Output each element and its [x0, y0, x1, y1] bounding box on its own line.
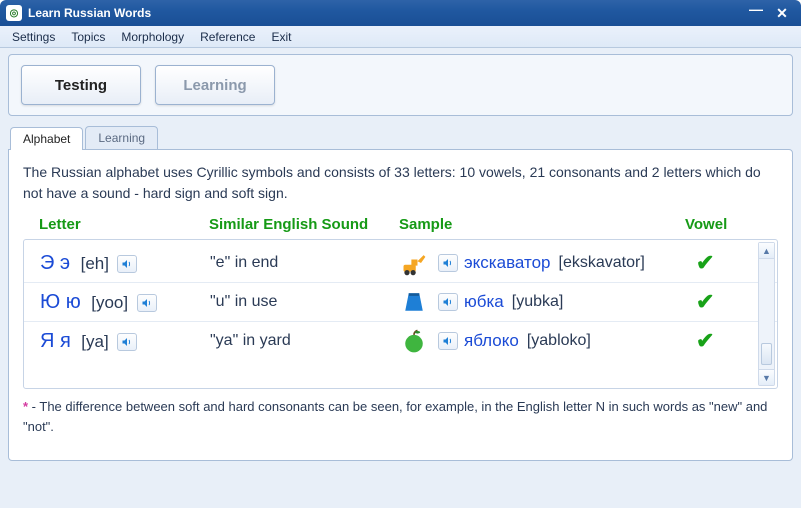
vowel-check-icon: ✔	[680, 289, 760, 315]
speaker-icon[interactable]	[117, 333, 137, 351]
english-sound: "e" in end	[210, 254, 400, 272]
phonetic: [eh]	[81, 254, 109, 273]
close-button[interactable]: ✕	[769, 4, 795, 22]
menu-morphology[interactable]: Morphology	[113, 28, 192, 46]
english-sound: "ya" in yard	[210, 332, 400, 350]
table-body: Э э [eh] "e" in end	[23, 239, 778, 389]
letter: Я я	[40, 330, 71, 352]
table-row: Ю ю [yoo] "u" in use	[24, 282, 777, 321]
minimize-button[interactable]: —	[743, 4, 769, 22]
phonetic: [yoo]	[91, 293, 128, 312]
col-letter: Letter	[39, 216, 209, 233]
speaker-icon[interactable]	[438, 332, 458, 350]
menu-topics[interactable]: Topics	[63, 28, 113, 46]
speaker-icon[interactable]	[117, 255, 137, 273]
speaker-icon[interactable]	[438, 254, 458, 272]
phonetic: [ya]	[81, 332, 108, 351]
menu-settings[interactable]: Settings	[4, 28, 63, 46]
sample-word: яблоко	[464, 331, 519, 351]
table-row: Я я [ya] "ya" in yard	[24, 321, 777, 360]
speaker-icon[interactable]	[438, 293, 458, 311]
tab-host: Alphabet Learning The Russian alphabet u…	[8, 126, 793, 461]
mode-panel: Testing Learning	[8, 54, 793, 116]
speaker-icon[interactable]	[137, 294, 157, 312]
table-header: Letter Similar English Sound Sample Vowe…	[23, 214, 778, 239]
vertical-scrollbar[interactable]: ▲ ▼	[758, 242, 775, 386]
skirt-icon	[400, 289, 428, 315]
window-title: Learn Russian Words	[28, 6, 151, 20]
menu-exit[interactable]: Exit	[263, 28, 299, 46]
vowel-check-icon: ✔	[680, 250, 760, 276]
sample-translit: [yabloko]	[527, 332, 591, 350]
sample-word: юбка	[464, 292, 504, 312]
vowel-check-icon: ✔	[680, 328, 760, 354]
titlebar: ◎ Learn Russian Words — ✕	[0, 0, 801, 26]
app-icon: ◎	[6, 5, 22, 21]
menubar: Settings Topics Morphology Reference Exi…	[0, 26, 801, 48]
tab-alphabet[interactable]: Alphabet	[10, 127, 83, 150]
scroll-thumb[interactable]	[761, 343, 772, 365]
sample-word: экскаватор	[464, 253, 551, 273]
letter: Э э	[40, 252, 70, 274]
col-sample: Sample	[399, 216, 679, 233]
learning-button[interactable]: Learning	[155, 65, 275, 105]
letter: Ю ю	[40, 291, 81, 313]
col-vowel: Vowel	[679, 216, 759, 233]
table-row: Э э [eh] "e" in end	[24, 244, 777, 282]
tab-learning[interactable]: Learning	[85, 126, 158, 149]
scroll-up-button[interactable]: ▲	[759, 243, 774, 259]
intro-text: The Russian alphabet uses Cyrillic symbo…	[23, 162, 778, 204]
sample-translit: [ekskavator]	[559, 254, 645, 272]
footnote: * - The difference between soft and hard…	[23, 397, 778, 436]
menu-reference[interactable]: Reference	[192, 28, 263, 46]
english-sound: "u" in use	[210, 293, 400, 311]
apple-icon	[400, 328, 428, 354]
scroll-down-button[interactable]: ▼	[759, 369, 774, 385]
testing-button[interactable]: Testing	[21, 65, 141, 105]
excavator-icon	[400, 250, 428, 276]
col-sound: Similar English Sound	[209, 216, 399, 233]
tab-page-alphabet: The Russian alphabet uses Cyrillic symbo…	[8, 149, 793, 461]
sample-translit: [yubka]	[512, 293, 564, 311]
footnote-text: - The difference between soft and hard c…	[23, 399, 767, 434]
